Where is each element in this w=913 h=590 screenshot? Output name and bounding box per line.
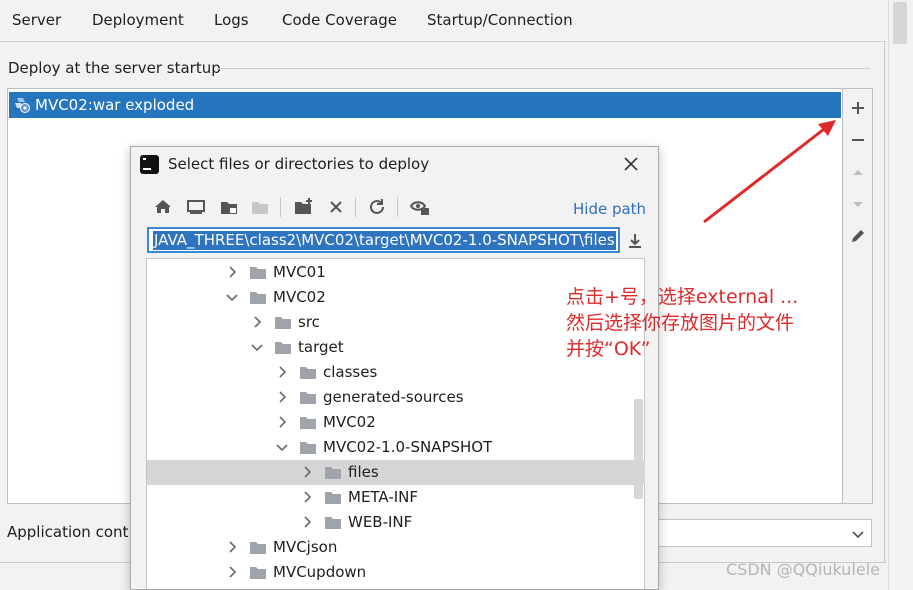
tree-item-label: META-INF [348,488,419,506]
tree-item-label: src [298,313,320,331]
artifact-icon [15,98,30,113]
tree-row[interactable]: MVCjson [147,535,645,560]
folder-icon [300,442,316,454]
deploy-item-label: MVC02:war exploded [35,96,195,114]
tree-row[interactable]: MVC01 [147,260,645,285]
tree-row[interactable]: META-INF [147,485,645,510]
tree-row[interactable]: generated-sources [147,385,645,410]
tree-item-label: MVC01 [273,263,326,281]
tree-row[interactable]: WEB-INF [147,510,645,535]
tab-startup-connection[interactable]: Startup/Connection [427,11,573,29]
folder-icon [275,342,291,354]
window-scrollbar[interactable] [888,0,913,590]
annotation-line: 并按“OK” [566,338,651,360]
chevron-right-icon[interactable] [275,365,289,379]
tree-item-label: MVCjson [273,538,338,556]
show-hidden-icon[interactable] [408,195,432,219]
path-field[interactable]: JAVA_THREE\class2\MVC02\target\MVC02-1.0… [147,227,620,253]
annotation-line: 点击+号，选择external ... [566,286,799,308]
new-folder-icon[interactable] [291,195,315,219]
tree-item-label: target [298,338,344,356]
hide-path-link[interactable]: Hide path [573,200,646,218]
tab-bar: Server Deployment Logs Code Coverage Sta… [0,0,886,42]
tab-logs[interactable]: Logs [214,11,249,29]
folder-icon [325,492,341,504]
arrow-down-icon[interactable] [848,194,868,214]
tab-deployment[interactable]: Deployment [92,11,184,29]
tree-item-label: WEB-INF [348,513,413,531]
folder-icon [250,267,266,279]
chevron-down-icon[interactable] [250,340,264,354]
tab-code-coverage[interactable]: Code Coverage [282,11,397,29]
chevron-right-icon[interactable] [225,265,239,279]
tree-item-label: classes [323,363,378,381]
folder-icon [300,417,316,429]
chevron-down-icon[interactable] [275,440,289,454]
minus-icon[interactable] [848,130,868,150]
section-title: Deploy at the server startup [8,59,221,77]
folder-icon [250,567,266,579]
chevron-right-icon[interactable] [300,490,314,504]
close-icon[interactable] [619,152,643,176]
annotation-text: 点击+号，选择external ... 然后选择你存放图片的文件 并按“OK” [566,284,798,362]
chevron-right-icon[interactable] [225,565,239,579]
download-icon[interactable] [625,231,645,251]
dialog-toolbar [151,195,451,219]
tree-row[interactable]: MVCupdown [147,560,645,585]
application-context-select[interactable] [640,519,872,547]
refresh-icon[interactable] [365,195,389,219]
tree-item-label: MVCupdown [273,563,367,581]
tab-server[interactable]: Server [12,11,61,29]
tree-row[interactable]: files [147,460,645,485]
folder-icon [325,467,341,479]
module-folder-icon[interactable] [248,195,272,219]
chevron-right-icon[interactable] [275,415,289,429]
chevron-right-icon[interactable] [225,540,239,554]
chevron-right-icon[interactable] [275,390,289,404]
scrollbar-thumb[interactable] [893,2,907,44]
dialog-title: Select files or directories to deploy [168,155,430,173]
tree-row[interactable]: MVC02-1.0-SNAPSHOT [147,435,645,460]
divider [217,68,870,69]
chevron-right-icon[interactable] [300,515,314,529]
folder-icon [250,542,266,554]
folder-icon [250,292,266,304]
chevron-right-icon[interactable] [250,315,264,329]
tree-row[interactable]: MVC02 [147,410,645,435]
tree-item-label: MVC02-1.0-SNAPSHOT [323,438,493,456]
intellij-app-icon [140,155,159,174]
watermark: CSDN @QQiukulele [726,560,880,579]
delete-icon[interactable] [324,195,348,219]
pencil-icon[interactable] [848,226,868,246]
chevron-down-icon[interactable] [225,290,239,304]
desktop-icon[interactable] [184,195,208,219]
tree-row[interactable]: classes [147,360,645,385]
chevron-right-icon[interactable] [300,465,314,479]
plus-icon[interactable] [848,98,868,118]
folder-icon [275,317,291,329]
annotation-line: 然后选择你存放图片的文件 [566,312,795,334]
select-files-dialog: Select files or directories to deploy Hi… [130,146,659,590]
folder-icon [325,517,341,529]
tree-item-label: files [348,463,379,481]
folder-icon [300,392,316,404]
tree-item-label: MVC02 [273,288,326,306]
tree-item-label: generated-sources [323,388,464,406]
tree-item-label: MVC02 [323,413,376,431]
toolbar-separator [397,197,398,217]
application-context-label: Application cont [7,523,129,541]
folder-icon [300,367,316,379]
chevron-down-icon [852,531,864,539]
arrow-up-icon[interactable] [848,162,868,182]
annotation-arrow-icon [703,120,836,224]
toolbar-separator [355,197,356,217]
toolbar-separator [280,197,281,217]
path-field-value: JAVA_THREE\class2\MVC02\target\MVC02-1.0… [153,231,616,250]
divider [884,41,885,563]
project-folder-icon[interactable] [217,195,241,219]
home-icon[interactable] [151,195,175,219]
